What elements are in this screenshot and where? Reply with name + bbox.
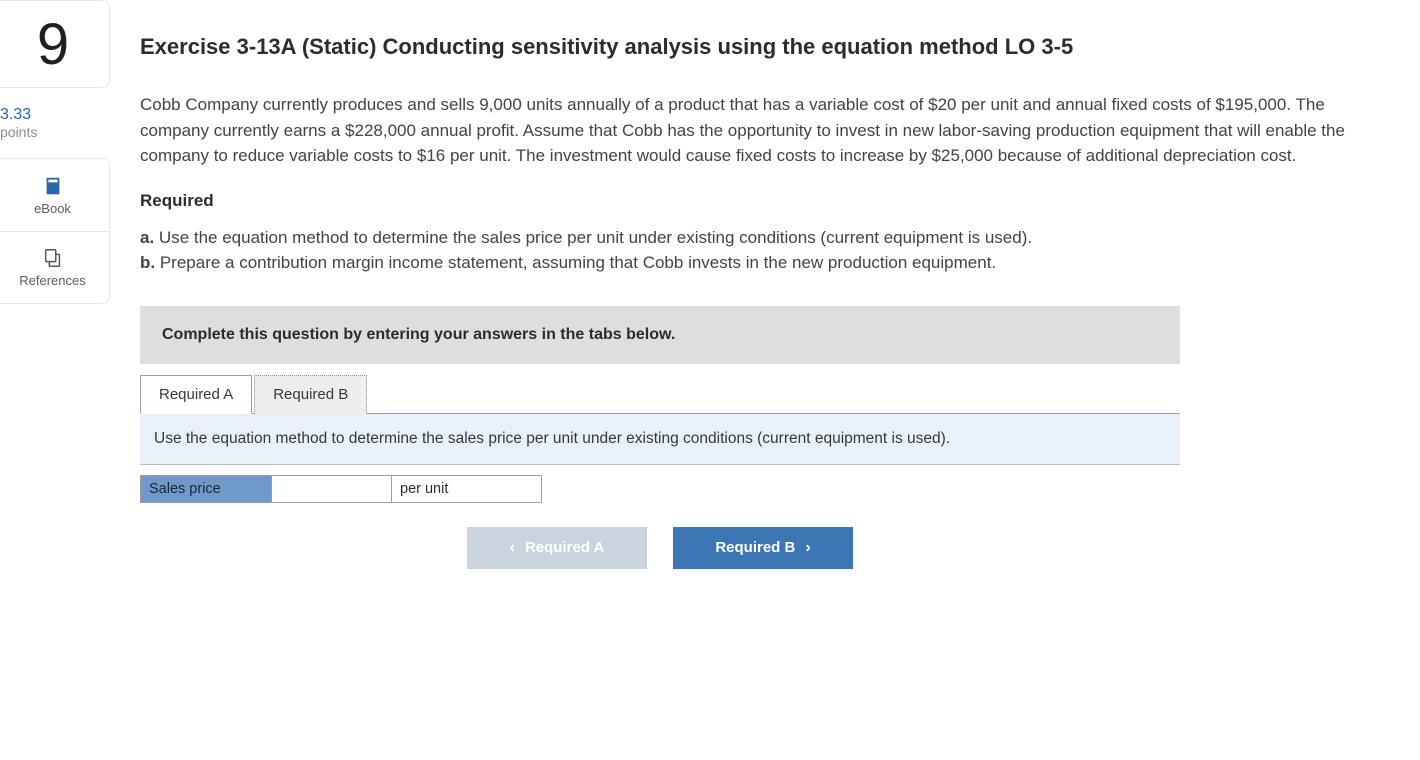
required-item-label: b. <box>140 253 155 272</box>
answer-input-row: Sales price per unit <box>140 475 1180 503</box>
tabs-row: Required A Required B <box>140 374 1180 414</box>
required-item-label: a. <box>140 228 154 247</box>
references-link[interactable]: References <box>0 231 109 303</box>
required-item-text: Use the equation method to determine the… <box>159 228 1032 247</box>
chevron-right-icon: › <box>805 539 810 557</box>
required-heading: Required <box>140 191 1390 211</box>
chevron-left-icon: ‹ <box>510 539 515 557</box>
sidebar: 9 3.33 points eBook <box>0 0 110 304</box>
book-icon <box>42 175 64 197</box>
required-list: a. Use the equation method to determine … <box>140 225 1390 276</box>
required-item-a: a. Use the equation method to determine … <box>140 225 1390 251</box>
resource-panel: eBook References <box>0 158 110 304</box>
required-item-b: b. Prepare a contribution margin income … <box>140 250 1390 276</box>
points-block: 3.33 points <box>0 106 110 158</box>
prev-button-label: Required A <box>525 539 604 556</box>
question-number-card: 9 <box>0 0 110 88</box>
copy-icon <box>42 247 64 269</box>
sales-price-unit: per unit <box>392 475 542 503</box>
sales-price-label: Sales price <box>140 475 272 503</box>
required-item-text: Prepare a contribution margin income sta… <box>160 253 996 272</box>
points-label: points <box>0 124 104 140</box>
main-content: Exercise 3-13A (Static) Conducting sensi… <box>110 0 1420 589</box>
next-button[interactable]: Required B › <box>673 527 853 569</box>
instruction-bar: Complete this question by entering your … <box>140 306 1180 364</box>
question-number: 9 <box>37 11 69 78</box>
ebook-label: eBook <box>34 201 71 216</box>
nav-row: ‹ Required A Required B › <box>140 527 1180 569</box>
tab-panel-required-a: Use the equation method to determine the… <box>140 414 1180 465</box>
next-button-label: Required B <box>715 539 795 556</box>
exercise-prompt: Cobb Company currently produces and sell… <box>140 92 1390 169</box>
sales-price-input-cell <box>272 475 392 503</box>
exercise-title: Exercise 3-13A (Static) Conducting sensi… <box>140 34 1390 60</box>
ebook-link[interactable]: eBook <box>0 159 109 231</box>
prev-button: ‹ Required A <box>467 527 647 569</box>
answer-area: Complete this question by entering your … <box>140 306 1180 569</box>
tab-required-a[interactable]: Required A <box>140 375 252 414</box>
points-value: 3.33 <box>0 106 104 124</box>
sales-price-input[interactable] <box>280 480 383 498</box>
tab-required-b[interactable]: Required B <box>254 375 367 414</box>
references-label: References <box>19 273 85 288</box>
